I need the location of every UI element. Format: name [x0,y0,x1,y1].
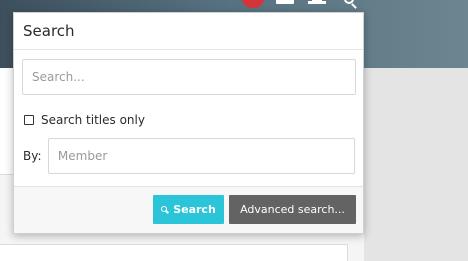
search-input[interactable] [22,59,356,95]
popup-header: Search [14,13,363,50]
advanced-search-button[interactable]: Advanced search... [229,195,356,224]
titles-only-label[interactable]: Search titles only [41,113,145,127]
popup-footer: Search Advanced search... [14,186,363,233]
by-label: By: [23,149,42,163]
titles-only-checkbox[interactable] [24,115,34,125]
bell-icon[interactable] [308,0,326,4]
search-popup: Search Search titles only By: Search Adv… [13,12,364,234]
mail-icon[interactable] [276,0,294,4]
popup-title: Search [23,22,75,40]
advanced-search-button-label: Advanced search... [240,203,345,216]
search-icon[interactable] [344,0,354,4]
notification-badge-icon[interactable] [242,0,264,8]
search-icon [161,205,169,214]
search-button[interactable]: Search [153,195,224,224]
popup-body: Search titles only By: [14,50,363,174]
member-row: By: [22,138,355,174]
member-input[interactable] [47,138,355,174]
page-card [0,244,348,261]
search-button-label: Search [173,203,216,216]
titles-only-row[interactable]: Search titles only [22,112,355,128]
